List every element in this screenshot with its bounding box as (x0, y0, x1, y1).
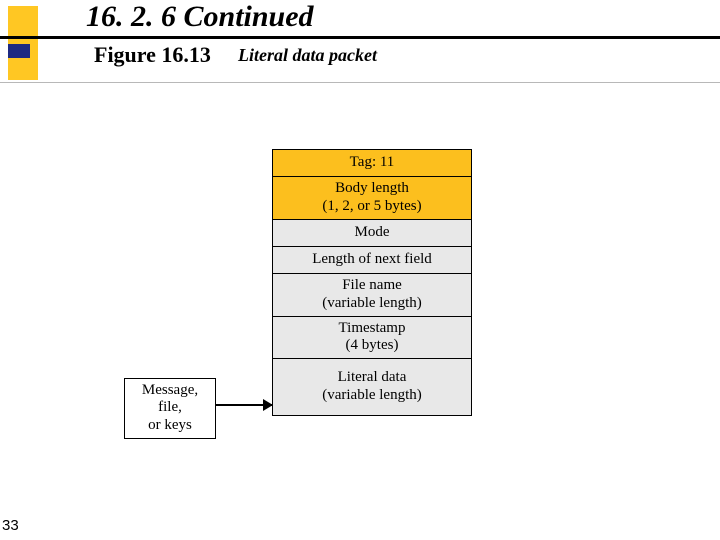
rule-sub (0, 82, 720, 83)
packet-field-text: Mode (355, 224, 390, 240)
figure-label: Figure 16.13 (94, 42, 211, 68)
packet-field-literal-data: Literal data (variable length) (272, 358, 472, 416)
rule-top (0, 36, 720, 39)
packet-field-file-name: File name (variable length) (272, 273, 472, 317)
input-source-box: Message, file, or keys (124, 378, 216, 439)
packet-field-text: (1, 2, or 5 bytes) (275, 198, 469, 215)
slide-bullet-decor-inner (8, 44, 30, 58)
packet-field-text: (4 bytes) (275, 337, 469, 354)
input-source-text: file, (127, 399, 213, 416)
packet-field-text: Tag: 11 (350, 154, 395, 170)
slide-bullet-decor (8, 6, 38, 80)
arrow-right-icon (216, 404, 272, 406)
packet-diagram: Tag: 11 Body length (1, 2, or 5 bytes) M… (272, 150, 472, 416)
page-number: 33 (2, 517, 19, 534)
packet-field-text: (variable length) (275, 295, 469, 312)
packet-field-text: Length of next field (312, 251, 432, 267)
packet-field-text: Literal data (275, 369, 469, 386)
packet-field-mode: Mode (272, 219, 472, 247)
packet-field-tag: Tag: 11 (272, 149, 472, 177)
packet-field-body-length: Body length (1, 2, or 5 bytes) (272, 176, 472, 220)
packet-field-next-length: Length of next field (272, 246, 472, 274)
packet-field-text: Body length (275, 180, 469, 197)
packet-field-text: File name (275, 277, 469, 294)
packet-field-timestamp: Timestamp (4 bytes) (272, 316, 472, 360)
figure-caption: Literal data packet (238, 45, 377, 66)
input-source-text: or keys (127, 417, 213, 434)
packet-field-text: Timestamp (275, 320, 469, 337)
input-source-text: Message, (127, 382, 213, 399)
section-title: 16. 2. 6 Continued (86, 0, 314, 34)
packet-field-text: (variable length) (275, 387, 469, 404)
